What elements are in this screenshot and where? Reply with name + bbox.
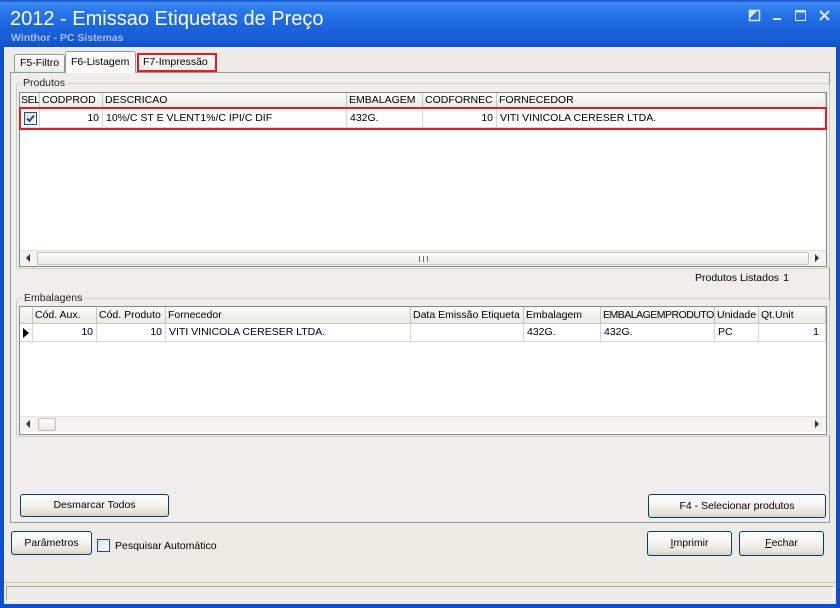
fechar-button[interactable]: Fechar [739,531,824,556]
parametros-button[interactable]: Parâmetros [11,531,92,555]
desmarcar-todos-button[interactable]: Desmarcar Todos [20,494,169,517]
title-bar[interactable]: 2012 - Emissao Etiquetas de Preço Wintho… [0,0,840,47]
scroll-thumb[interactable] [37,252,809,265]
button-label: F4 - Selecionar produtos [679,500,795,512]
tab-f7-impressao[interactable]: F7-Impressão [137,53,217,72]
table-row[interactable]: 10 10 VITI VINICOLA CERESER LTDA. 432G. … [20,324,826,342]
tab-f6-listagem[interactable]: F6-Listagem [65,51,136,73]
col-header-unidade[interactable]: Unidade [715,307,759,324]
tab-label: F6-Listagem [71,56,130,68]
button-label: Parâmetros [24,537,79,549]
scroll-grip [419,256,428,262]
close-icon[interactable] [818,9,831,22]
cell-qt-unit: 1 [759,324,826,342]
cell-fornecedor: VITI VINICOLA CERESER LTDA. [166,324,411,342]
scroll-left-arrow-icon [26,254,30,262]
col-header-embalagem[interactable]: Embalagem [524,307,601,324]
produtos-hscrollbar[interactable] [20,250,826,266]
scroll-right-arrow-icon [815,254,819,262]
scroll-right-button[interactable] [810,251,826,266]
button-label: Imprimir [670,537,709,549]
imprimir-button[interactable]: Imprimir [647,531,732,556]
row-highlight-box [19,107,827,130]
count-label: Produtos Listados [695,272,780,284]
selecionar-produtos-button[interactable]: F4 - Selecionar produtos [648,494,826,518]
count-value: 1 [783,272,789,284]
embalagens-group-label: Embalagens [22,292,85,304]
button-label: Fechar [765,537,798,549]
tab-label: F5-Filtro [20,57,60,69]
scroll-left-arrow-icon [26,420,30,428]
maximize-icon[interactable] [794,9,807,22]
col-header-cod-aux[interactable]: Cód. Aux. [33,307,97,324]
embalagens-grid[interactable]: Cód. Aux. Cód. Produto Fornecedor Data E… [19,306,827,435]
col-header-qt-unit[interactable]: Qt.Unit [759,307,826,324]
button-label: Desmarcar Todos [53,499,136,511]
app-window: 2012 - Emissao Etiquetas de Preço Wintho… [0,0,840,608]
status-bar-pane [6,586,834,601]
scroll-left-button[interactable] [20,417,36,432]
col-header-cod-produto[interactable]: Cód. Produto [97,307,166,324]
embalagens-hscrollbar[interactable] [20,416,826,432]
cell-unidade: PC [715,324,759,342]
pesquisar-automatico-label[interactable]: Pesquisar Automático [115,539,217,553]
scroll-right-button[interactable] [810,417,826,432]
produtos-group-label: Produtos [21,77,68,89]
minimize-icon[interactable] [771,9,784,22]
col-header-fornecedor[interactable]: Fornecedor [166,307,411,324]
current-row-indicator-icon [23,328,29,338]
tab-f5-filtro[interactable]: F5-Filtro [14,54,65,72]
produtos-listados-count: Produtos Listados 1 [695,272,789,285]
col-header-embalagemproduto[interactable]: EMBALAGEMPRODUTO [601,307,715,324]
cell-data-emissao [411,324,524,342]
col-header-indicator [20,307,33,324]
col-header-data-emissao[interactable]: Data Emissão Etiqueta [411,307,524,324]
embalagens-grid-header: Cód. Aux. Cód. Produto Fornecedor Data E… [20,307,826,324]
scroll-right-arrow-icon [815,420,819,428]
window-subtitle: Winthor - PC Sistemas [11,32,124,44]
cell-cod-aux: 10 [33,324,97,342]
cell-cod-produto: 10 [97,324,166,342]
window-title: 2012 - Emissao Etiquetas de Preço [10,8,324,30]
pesquisar-automatico-checkbox[interactable] [97,539,110,552]
scroll-left-button[interactable] [20,251,36,266]
scroll-thumb[interactable] [38,418,56,431]
window-menu-icon[interactable] [748,9,761,22]
cell-embalagemproduto: 432G. [601,324,715,342]
cell-embalagem: 432G. [524,324,601,342]
cell-indicator [20,324,33,342]
tab-label: F7-Impressão [143,56,208,68]
